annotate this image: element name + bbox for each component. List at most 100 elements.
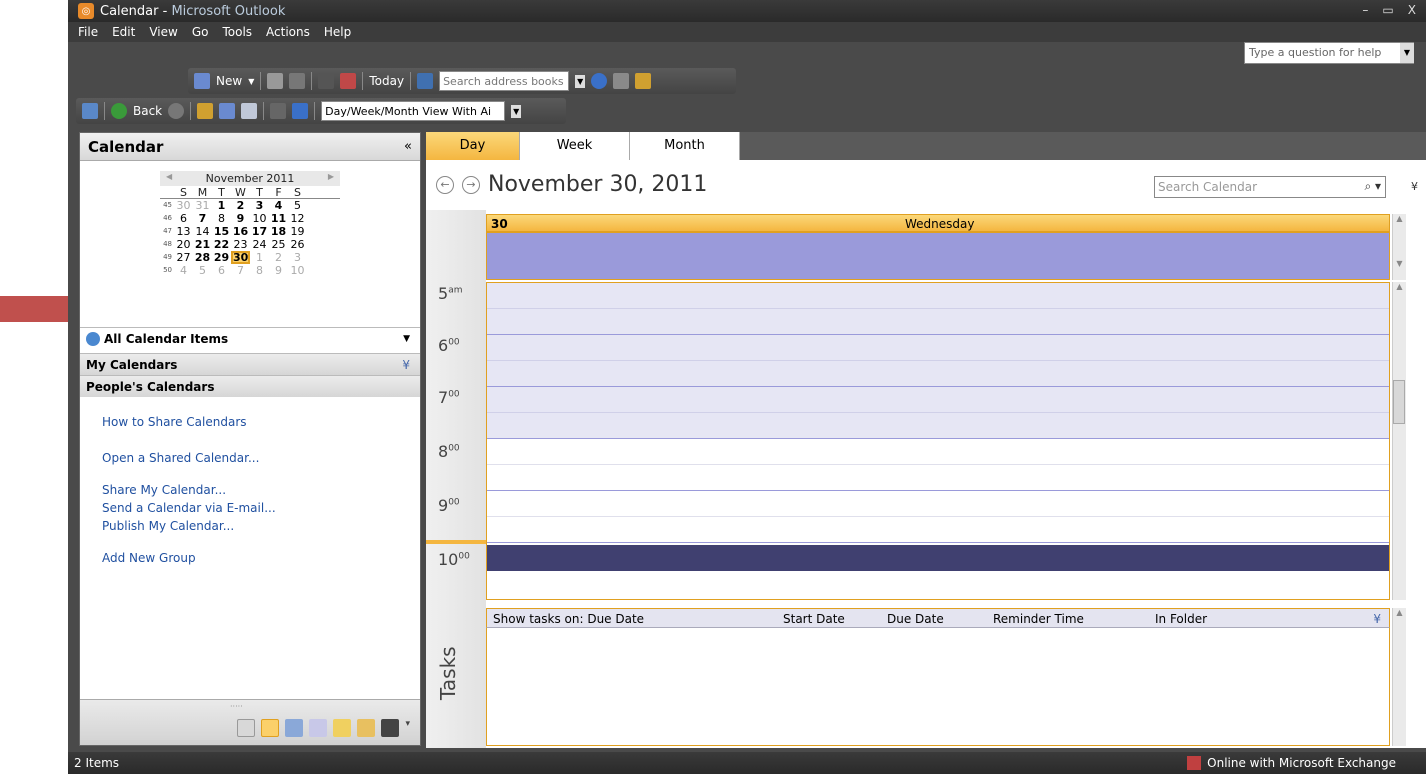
- date-cell[interactable]: 9: [231, 212, 250, 225]
- time-slot[interactable]: [487, 309, 1389, 335]
- link-share-my-calendar[interactable]: Share My Calendar...: [102, 483, 276, 501]
- link-publish-calendar[interactable]: Publish My Calendar...: [102, 519, 276, 537]
- date-cell[interactable]: 3: [250, 199, 269, 212]
- week-number[interactable]: 45: [160, 199, 174, 212]
- search-icon[interactable]: ⌕ ▾: [1364, 179, 1381, 194]
- connection-status[interactable]: Online with Microsoft Exchange: [1187, 756, 1396, 770]
- business-contact-icon[interactable]: [613, 73, 630, 89]
- date-cell[interactable]: 4: [269, 199, 288, 212]
- back-day-icon[interactable]: ←: [436, 175, 454, 194]
- show-tasks-on-label[interactable]: Show tasks on: Due Date: [493, 612, 644, 626]
- link-add-new-group[interactable]: Add New Group: [102, 551, 276, 569]
- date-cell[interactable]: 26: [288, 238, 307, 251]
- outlook-today-icon[interactable]: [82, 103, 98, 119]
- link-open-shared-calendar[interactable]: Open a Shared Calendar...: [102, 451, 276, 469]
- forward-arrow-icon[interactable]: [168, 103, 185, 119]
- menu-help[interactable]: Help: [324, 25, 351, 39]
- date-cell[interactable]: 17: [250, 225, 269, 238]
- date-cell[interactable]: 10: [288, 264, 307, 277]
- date-cell[interactable]: 21: [193, 238, 212, 251]
- tasks-icon[interactable]: [309, 719, 328, 737]
- tasks-list[interactable]: [486, 628, 1390, 746]
- delete-icon[interactable]: [289, 73, 306, 89]
- help-icon[interactable]: [591, 73, 608, 89]
- current-view-select[interactable]: Day/Week/Month View With Ai: [321, 101, 506, 121]
- new-button[interactable]: New: [216, 74, 242, 88]
- time-slot[interactable]: [487, 361, 1389, 387]
- today-button[interactable]: Today: [369, 74, 404, 88]
- menu-go[interactable]: Go: [192, 25, 209, 39]
- close-button[interactable]: X: [1408, 3, 1416, 17]
- date-cell[interactable]: 6: [212, 264, 231, 277]
- date-cell[interactable]: 2: [231, 199, 250, 212]
- all-day-event-area[interactable]: [486, 232, 1390, 280]
- minimize-button[interactable]: –: [1362, 3, 1368, 17]
- notes-icon[interactable]: [333, 719, 352, 737]
- date-cell[interactable]: 3: [288, 251, 307, 264]
- date-cell[interactable]: 19: [288, 225, 307, 238]
- time-grid[interactable]: [486, 282, 1390, 600]
- scrollbar-thumb[interactable]: [1393, 380, 1405, 424]
- date-cell[interactable]: 28: [193, 251, 212, 264]
- menu-edit[interactable]: Edit: [112, 25, 135, 39]
- date-cell[interactable]: 7: [193, 212, 212, 225]
- link-how-to-share[interactable]: How to Share Calendars: [102, 415, 276, 433]
- date-cell[interactable]: 23: [231, 238, 250, 251]
- new-dropdown-icon[interactable]: ▼: [248, 77, 254, 86]
- week-number[interactable]: 50: [160, 264, 174, 277]
- date-cell[interactable]: 12: [288, 212, 307, 225]
- date-cell[interactable]: 4: [174, 264, 193, 277]
- time-slot[interactable]: [487, 335, 1389, 361]
- collapse-pane-button[interactable]: «: [404, 139, 412, 154]
- date-cell[interactable]: 8: [250, 264, 269, 277]
- peoples-calendars-header[interactable]: People's Calendars: [80, 375, 420, 397]
- date-cell[interactable]: 27: [174, 251, 193, 264]
- date-cell[interactable]: 1: [250, 251, 269, 264]
- week-number[interactable]: 48: [160, 238, 174, 251]
- time-slot[interactable]: [487, 465, 1389, 491]
- week-number[interactable]: 47: [160, 225, 174, 238]
- shortcuts-icon[interactable]: [381, 719, 400, 737]
- tab-day[interactable]: Day: [426, 132, 520, 160]
- time-slot[interactable]: [487, 517, 1389, 543]
- reading-pane-icon[interactable]: [219, 103, 236, 119]
- folder-list-icon[interactable]: [357, 719, 376, 737]
- address-book-search-input[interactable]: Search address books: [439, 71, 570, 91]
- help-dropdown-icon[interactable]: ▼: [1400, 43, 1414, 63]
- tasks-scrollbar[interactable]: ▲: [1392, 608, 1406, 746]
- date-cell[interactable]: 2: [269, 251, 288, 264]
- time-slot[interactable]: [487, 571, 1389, 599]
- all-calendar-items-bar[interactable]: All Calendar Items ▼: [80, 327, 420, 349]
- col-reminder-time[interactable]: Reminder Time: [993, 612, 1084, 626]
- mail-icon[interactable]: [237, 719, 256, 737]
- address-book-icon[interactable]: [417, 73, 434, 89]
- configure-buttons-icon[interactable]: ▾: [405, 719, 410, 737]
- expand-chevron-icon[interactable]: ¥: [402, 358, 410, 372]
- date-cell[interactable]: 31: [193, 199, 212, 212]
- splitter-grip[interactable]: ·····: [230, 702, 243, 711]
- help-search-input[interactable]: Type a question for help: [1244, 42, 1414, 64]
- date-cell[interactable]: 30: [174, 199, 193, 212]
- back-arrow-icon[interactable]: [111, 103, 127, 119]
- menu-view[interactable]: View: [149, 25, 177, 39]
- print-icon[interactable]: [267, 73, 284, 89]
- date-cell[interactable]: 1: [212, 199, 231, 212]
- plan-meeting-icon[interactable]: [292, 103, 309, 119]
- search-calendar-input[interactable]: Search Calendar ⌕ ▾: [1154, 176, 1386, 198]
- day-header[interactable]: 30 Wednesday: [486, 214, 1390, 232]
- week-number[interactable]: 49: [160, 251, 174, 264]
- date-cell[interactable]: 11: [269, 212, 288, 225]
- all-day-scrollbar[interactable]: ▲ ▼: [1392, 214, 1406, 280]
- date-cell[interactable]: 15: [212, 225, 231, 238]
- col-in-folder[interactable]: In Folder: [1155, 612, 1207, 626]
- expand-query-icon[interactable]: ¥: [1411, 180, 1418, 193]
- tab-month[interactable]: Month: [630, 132, 740, 160]
- undo-icon[interactable]: [270, 103, 287, 119]
- date-cell[interactable]: 7: [231, 264, 250, 277]
- date-cell[interactable]: 29: [212, 251, 231, 264]
- go-to-date-icon[interactable]: [340, 73, 357, 89]
- date-cell[interactable]: 8: [212, 212, 231, 225]
- move-icon[interactable]: [318, 73, 335, 89]
- time-slot[interactable]: [487, 491, 1389, 517]
- tab-week[interactable]: Week: [520, 132, 630, 160]
